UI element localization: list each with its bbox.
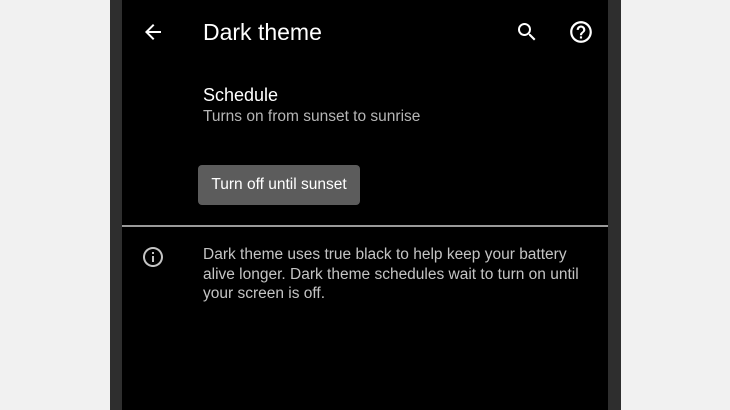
schedule-preference[interactable]: Schedule Turns on from sunset to sunrise (122, 80, 608, 132)
schedule-summary: Turns on from sunset to sunrise (203, 108, 421, 125)
schedule-title: Schedule (203, 85, 279, 105)
page-title: Dark theme (203, 19, 322, 45)
stage: Dark theme Schedule Turns on from sunset… (0, 0, 730, 410)
app-bar: Dark theme (122, 0, 608, 64)
search-button[interactable] (509, 14, 545, 50)
divider (122, 225, 608, 227)
info-icon (141, 245, 165, 269)
help-icon (570, 21, 592, 43)
turn-off-until-sunset-button[interactable]: Turn off until sunset (198, 165, 360, 205)
footer-info-text: Dark theme uses true black to help keep … (203, 246, 579, 302)
settings-screen: Dark theme Schedule Turns on from sunset… (122, 0, 608, 410)
search-icon (518, 23, 536, 41)
back-button[interactable] (135, 14, 171, 50)
arrow-back-icon (145, 24, 161, 40)
help-button[interactable] (563, 14, 599, 50)
